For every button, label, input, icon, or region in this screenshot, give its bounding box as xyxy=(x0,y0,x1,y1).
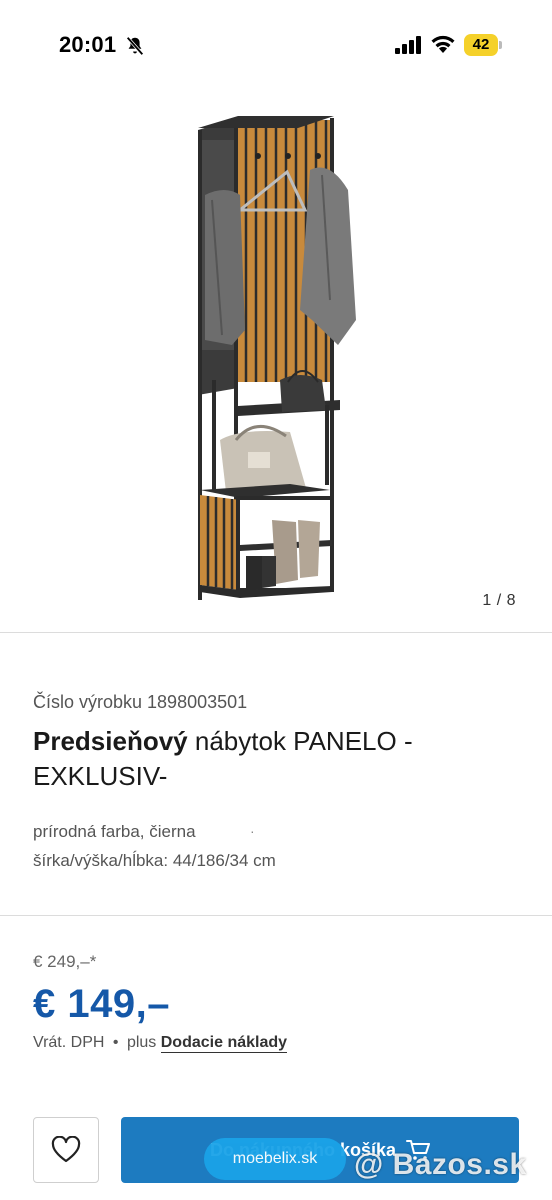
heart-icon xyxy=(51,1136,81,1163)
product-title: Predsieňový nábytok PANELO - EXKLUSIV- xyxy=(33,724,513,794)
signal-icon xyxy=(395,36,421,54)
plus-text: plus xyxy=(126,1034,157,1051)
url-pill[interactable]: moebelix.sk xyxy=(204,1138,346,1180)
hall-stand-illustration xyxy=(198,116,356,600)
current-price: € 149,– xyxy=(33,982,170,1026)
product-number: Číslo výrobku 1898003501 xyxy=(33,692,248,712)
divider xyxy=(0,632,552,633)
battery-level: 42 xyxy=(464,34,498,56)
vat-text: Vrát. DPH xyxy=(33,1034,105,1051)
old-price: € 249,–* xyxy=(33,952,97,971)
vat-line: Vrát. DPH • plus Dodacie náklady xyxy=(33,1034,288,1053)
image-counter: 1 / 8 xyxy=(482,592,516,609)
status-time: 20:01 xyxy=(59,32,117,57)
bell-off-icon xyxy=(126,36,144,56)
watermark: @ Bazos.sk xyxy=(354,1148,527,1181)
attr-separator: · xyxy=(250,823,255,839)
wifi-icon xyxy=(431,35,455,53)
product-title-bold: Predsieňový xyxy=(33,726,188,756)
shipping-costs-link[interactable]: Dodacie náklady xyxy=(160,1034,288,1053)
product-image[interactable] xyxy=(0,92,552,632)
battery-indicator: 42 xyxy=(464,34,502,56)
divider xyxy=(0,915,552,916)
bullet: • xyxy=(112,1034,119,1051)
product-attributes: prírodná farba, čierna šírka/výška/hĺbka… xyxy=(33,817,276,875)
status-bar: 20:01 42 xyxy=(0,0,552,92)
attr-color: prírodná farba, čierna xyxy=(33,822,196,841)
attr-dimensions: šírka/výška/hĺbka: 44/186/34 cm xyxy=(33,851,276,870)
favorite-button[interactable] xyxy=(33,1117,99,1183)
